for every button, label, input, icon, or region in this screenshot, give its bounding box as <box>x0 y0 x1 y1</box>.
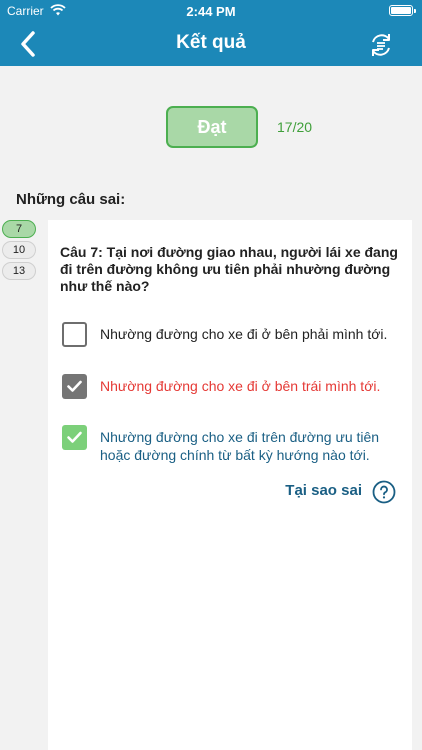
score-label: 17/20 <box>277 119 313 135</box>
checkbox-correct-icon <box>62 425 87 450</box>
answer-text: Nhường đường cho xe đi ở bên trái mình t… <box>100 378 381 394</box>
page-title: Kết quả <box>176 32 246 53</box>
battery-icon <box>389 5 416 16</box>
checkbox-empty-icon <box>62 322 87 347</box>
question-circle-icon <box>372 480 396 504</box>
answer-text: Nhường đường cho xe đi trên đường ưu tiê… <box>100 429 380 463</box>
answer-text: Nhường đường cho xe đi ở bên phải mình t… <box>100 326 388 342</box>
status-bar: Carrier 2:44 PM <box>0 0 422 22</box>
refresh-list-icon <box>372 34 390 56</box>
wrong-question-list: 7 10 13 <box>2 220 38 283</box>
question-chip-10[interactable]: 10 <box>2 241 36 259</box>
retry-button[interactable] <box>366 30 396 60</box>
clock: 2:44 PM <box>186 4 236 19</box>
question-chip-13[interactable]: 13 <box>2 262 36 280</box>
question-text: Câu 7: Tại nơi đường giao nhau, người lá… <box>60 244 398 294</box>
pass-status-badge: Đạt <box>166 106 258 148</box>
app-header: Carrier 2:44 PM Kết quả <box>0 0 422 66</box>
question-chip-7[interactable]: 7 <box>2 220 36 238</box>
checkbox-checked-icon <box>62 374 87 399</box>
result-row: Đạt 17/20 <box>0 106 422 150</box>
why-wrong-label: Tại sao sai <box>285 482 362 499</box>
wrong-questions-heading: Những câu sai: <box>16 191 126 208</box>
question-card: Câu 7: Tại nơi đường giao nhau, người lá… <box>48 220 412 750</box>
